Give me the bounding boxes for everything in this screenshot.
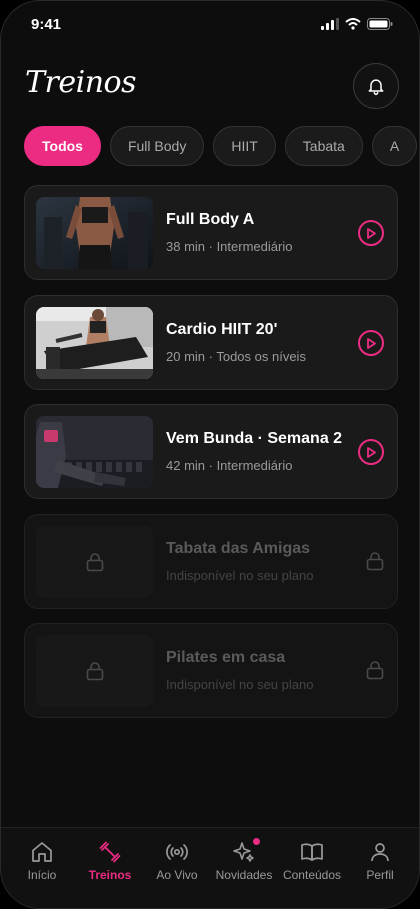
- workout-card[interactable]: Full Body A 38 min · Intermediário: [24, 185, 398, 280]
- lock-icon: [366, 661, 384, 680]
- tab-ao-vivo[interactable]: Ao Vivo: [143, 840, 211, 882]
- chip-full-body[interactable]: Full Body: [109, 126, 205, 166]
- tab-label: Conteúdos: [282, 868, 342, 882]
- battery-icon: [367, 18, 393, 30]
- workout-card-locked: Tabata das Amigas Indisponível no seu pl…: [24, 514, 398, 609]
- tab-label: Perfil: [366, 868, 394, 882]
- chip-tabata[interactable]: Tabata: [284, 126, 363, 166]
- play-icon: [367, 227, 376, 239]
- tab-novidades[interactable]: Novidades: [210, 838, 278, 882]
- dumbbell-icon: [99, 841, 121, 863]
- workout-card[interactable]: Cardio HIIT 20' 20 min · Todos os níveis: [24, 295, 398, 390]
- book-icon: [301, 843, 323, 861]
- workout-title: Vem Bunda · Semana 2: [166, 430, 343, 447]
- filter-chips: Todos Full Body HIIT Tabata A: [24, 126, 419, 168]
- chip-todos[interactable]: Todos: [24, 126, 101, 166]
- status-bar: 9:41: [1, 1, 419, 49]
- workout-thumbnail-locked: [36, 526, 153, 598]
- wifi-icon: [345, 18, 361, 30]
- play-icon: [367, 337, 376, 349]
- workout-title: Pilates em casa: [166, 649, 286, 666]
- workout-meta: Indisponível no seu plano: [166, 568, 314, 583]
- bottom-tab-bar: Início Treinos Ao Vivo Novidades Conteúd…: [1, 827, 419, 908]
- lock-icon: [366, 552, 384, 571]
- status-icons: [321, 18, 393, 30]
- play-button[interactable]: [358, 439, 384, 465]
- notifications-button[interactable]: [353, 63, 399, 109]
- tab-label: Início: [27, 868, 57, 882]
- live-icon: [166, 844, 188, 860]
- user-icon: [371, 843, 389, 862]
- workout-thumbnail-locked: [36, 635, 153, 707]
- lock-icon: [86, 662, 103, 681]
- workout-meta: Indisponível no seu plano: [166, 677, 314, 692]
- tab-label: Treinos: [88, 868, 132, 882]
- workout-thumbnail: [36, 307, 153, 379]
- tab-treinos[interactable]: Treinos: [76, 840, 144, 882]
- chip-more[interactable]: A: [371, 126, 418, 166]
- bell-icon: [368, 79, 384, 96]
- home-icon: [32, 842, 52, 862]
- play-icon: [367, 446, 376, 458]
- workout-card[interactable]: Vem Bunda · Semana 2 42 min · Intermediá…: [24, 404, 398, 499]
- workout-thumbnail: [36, 416, 153, 488]
- tab-label: Novidades: [215, 868, 273, 882]
- tab-inicio[interactable]: Início: [8, 840, 76, 882]
- chip-hiit[interactable]: HIIT: [213, 126, 276, 166]
- tab-conteudos[interactable]: Conteúdos: [278, 840, 346, 882]
- play-button[interactable]: [358, 220, 384, 246]
- workout-title: Tabata das Amigas: [166, 540, 311, 557]
- sparkle-icon: [233, 842, 254, 862]
- workout-meta: 20 min · Todos os níveis: [166, 349, 306, 364]
- phone-screen: 9:41 Treinos Todos Full Body HIIT Tabata…: [0, 0, 420, 909]
- tab-label: Ao Vivo: [156, 868, 198, 882]
- tab-perfil[interactable]: Perfil: [346, 840, 414, 882]
- workout-title: Cardio HIIT 20': [166, 321, 278, 338]
- signal-icon: [321, 18, 339, 30]
- workout-title: Full Body A: [166, 211, 255, 228]
- notification-dot: [253, 838, 260, 845]
- workout-card-locked: Pilates em casa Indisponível no seu plan…: [24, 623, 398, 718]
- play-button[interactable]: [358, 330, 384, 356]
- page-title: Treinos: [25, 65, 136, 100]
- workout-thumbnail: [36, 197, 153, 269]
- lock-icon: [86, 553, 103, 572]
- workout-meta: 42 min · Intermediário: [166, 458, 293, 473]
- status-time: 9:41: [31, 16, 62, 33]
- workout-meta: 38 min · Intermediário: [166, 239, 293, 254]
